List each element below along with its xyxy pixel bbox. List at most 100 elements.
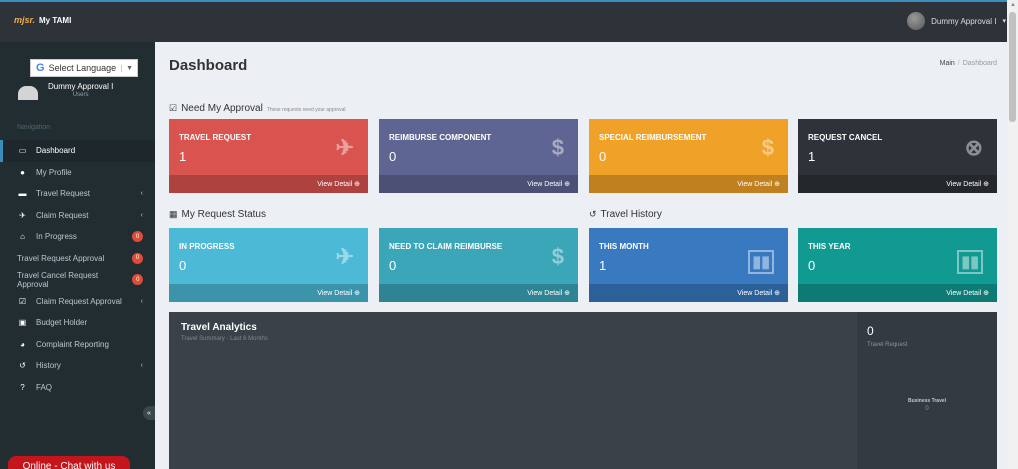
chevron-left-icon: ‹ bbox=[140, 297, 143, 305]
chat-button[interactable]: Online - Chat with us bbox=[8, 456, 130, 469]
breadcrumb: Main / Dashboard bbox=[939, 60, 997, 67]
box-label: NEED TO CLAIM REIMBURSE bbox=[389, 242, 503, 251]
sidebar-item-in-progress[interactable]: ⌂ In Progress 0 bbox=[0, 226, 155, 248]
sidebar-nav: ▭ Dashboard ● My Profile ▬ Travel Reques… bbox=[0, 140, 155, 398]
section-title: Travel History bbox=[600, 209, 662, 220]
sidebar-item-label: FAQ bbox=[36, 382, 53, 392]
sidebar-item-dashboard[interactable]: ▭ Dashboard bbox=[0, 140, 155, 162]
in-progress-box: IN PROGRESS 0 ✈ View Detail ⊕ bbox=[169, 228, 368, 302]
main-content: Dashboard Main / Dashboard ☑ Need My Appro… bbox=[155, 42, 1007, 469]
box-value: 0 bbox=[389, 258, 397, 273]
language-select[interactable]: G Select Language ▼ bbox=[30, 59, 138, 77]
sidebar-item-history[interactable]: ↺ History ‹ bbox=[0, 355, 155, 377]
view-detail-label: View Detail bbox=[737, 289, 773, 297]
app-name: My TAMI bbox=[39, 15, 72, 25]
view-detail-link[interactable]: View Detail ⊕ bbox=[798, 284, 997, 302]
box-value: 0 bbox=[389, 149, 397, 164]
count-badge: 0 bbox=[132, 274, 143, 286]
travel-analytics-panel: Travel Analytics Travel Summary - Last 6… bbox=[169, 312, 997, 469]
sidebar-item-travel-request-approval[interactable]: Travel Request Approval 0 bbox=[0, 248, 155, 270]
view-detail-link[interactable]: View Detail ⊕ bbox=[379, 175, 578, 193]
bar-chart-icon: ▮▮ bbox=[957, 250, 983, 274]
scrollbar-thumb[interactable] bbox=[1009, 12, 1016, 122]
sidebar-item-claim-request[interactable]: ✈ Claim Request ‹ bbox=[0, 205, 155, 227]
box-label: SPECIAL REIMBURSEMENT bbox=[599, 133, 707, 142]
breadcrumb-main[interactable]: Main bbox=[940, 60, 955, 67]
dollar-icon: $ bbox=[761, 135, 774, 160]
sidebar-item-label: Dashboard bbox=[36, 146, 76, 156]
nav-header: Navigation bbox=[17, 124, 51, 131]
view-detail-label: View Detail bbox=[946, 289, 982, 297]
history-icon: ↺ bbox=[19, 361, 26, 371]
view-detail-link[interactable]: View Detail ⊕ bbox=[589, 284, 788, 302]
breadcrumb-current: Dashboard bbox=[962, 60, 997, 67]
section-title: My Request Status bbox=[181, 209, 266, 220]
plane-icon: ✈ bbox=[335, 244, 354, 269]
dollar-icon: $ bbox=[551, 135, 564, 160]
page-scrollbar[interactable]: ▲ bbox=[1007, 0, 1018, 469]
view-detail-label: View Detail bbox=[527, 180, 563, 188]
plane-icon: ✈ bbox=[335, 135, 354, 160]
top-navbar: mjsr. My TAMI Dummy Approval I ▾ bbox=[0, 0, 1018, 42]
calendar-icon: ▦ bbox=[169, 209, 178, 219]
travel-request-label: Travel Request bbox=[867, 342, 908, 348]
view-detail-link[interactable]: View Detail ⊕ bbox=[798, 175, 997, 193]
section-subtitle: These requests need your approval bbox=[266, 107, 346, 113]
comments-icon: ◕ bbox=[20, 339, 25, 349]
analytics-title: Travel Analytics bbox=[181, 322, 257, 333]
language-select-label: Select Language bbox=[48, 63, 117, 73]
sidebar-item-label: Complaint Reporting bbox=[36, 339, 109, 349]
chevron-left-icon: ‹ bbox=[140, 362, 143, 370]
view-detail-link[interactable]: View Detail ⊕ bbox=[589, 175, 788, 193]
sidebar-item-claim-request-approval[interactable]: ☑ Claim Request Approval ‹ bbox=[0, 291, 155, 313]
view-detail-label: View Detail bbox=[527, 289, 563, 297]
avatar bbox=[18, 86, 38, 100]
box-value: 1 bbox=[599, 258, 607, 273]
history-icon: ↺ bbox=[589, 209, 597, 219]
sidebar-item-complaint-reporting[interactable]: ◕ Complaint Reporting bbox=[0, 334, 155, 356]
user-icon: ● bbox=[20, 167, 25, 177]
view-detail-label: View Detail bbox=[737, 180, 773, 188]
sidebar-item-travel-request[interactable]: ▬ Travel Request ‹ bbox=[0, 183, 155, 205]
question-icon: ? bbox=[20, 382, 25, 392]
user-menu[interactable]: Dummy Approval I ▾ bbox=[907, 12, 1006, 30]
box-label: REIMBURSE COMPONENT bbox=[389, 133, 492, 142]
box-label: TRAVEL REQUEST bbox=[179, 133, 252, 142]
chevron-left-icon: ‹ bbox=[140, 211, 143, 219]
box-label: THIS YEAR bbox=[808, 242, 851, 251]
check-square-icon: ☑ bbox=[169, 103, 178, 113]
box-value: 0 bbox=[599, 149, 607, 164]
section-travel-history: ↺ Travel History bbox=[589, 209, 662, 220]
plane-icon: ✈ bbox=[19, 210, 26, 220]
section-need-my-approval: ☑ Need My Approval These requests need y… bbox=[169, 103, 345, 114]
box-label: THIS MONTH bbox=[599, 242, 649, 251]
sidebar-item-budget-holder[interactable]: ▣ Budget Holder bbox=[0, 312, 155, 334]
brand[interactable]: mjsr. My TAMI bbox=[14, 15, 71, 25]
box-value: 0 bbox=[808, 258, 816, 273]
box-value: 1 bbox=[808, 149, 816, 164]
sidebar-item-my-profile[interactable]: ● My Profile bbox=[0, 162, 155, 184]
section-title: Need My Approval bbox=[181, 103, 263, 114]
business-travel-value: 0 bbox=[925, 406, 929, 412]
business-travel-label: Business Travel bbox=[907, 398, 947, 404]
brand-logo: mjsr. bbox=[14, 15, 36, 25]
count-badge: 0 bbox=[132, 231, 143, 243]
travel-request-count: 0 bbox=[867, 324, 874, 338]
chevron-left-icon: ‹ bbox=[140, 190, 143, 198]
view-detail-link[interactable]: View Detail ⊕ bbox=[379, 284, 578, 302]
reimburse-component-box: REIMBURSE COMPONENT 0 $ View Detail ⊕ bbox=[379, 119, 578, 193]
collapse-sidebar-button[interactable]: « bbox=[143, 406, 155, 420]
sidebar-item-travel-cancel-request-approval[interactable]: Travel Cancel Request Approval 0 bbox=[0, 269, 155, 291]
scroll-up-arrow-icon[interactable]: ▲ bbox=[1010, 2, 1016, 8]
view-detail-link[interactable]: View Detail ⊕ bbox=[169, 284, 368, 302]
sidebar-item-label: History bbox=[36, 361, 61, 371]
money-icon: ▣ bbox=[18, 318, 27, 328]
sidebar-item-label: Claim Request bbox=[36, 210, 89, 220]
sidebar: G Select Language ▼ Dummy Approval I Use… bbox=[0, 42, 155, 469]
count-badge: 0 bbox=[132, 252, 143, 264]
view-detail-link[interactable]: View Detail ⊕ bbox=[169, 175, 368, 193]
box-label: REQUEST CANCEL bbox=[808, 133, 883, 142]
box-label: IN PROGRESS bbox=[179, 242, 235, 251]
dropdown-arrow-icon: ▼ bbox=[121, 64, 137, 72]
sidebar-item-faq[interactable]: ? FAQ bbox=[0, 377, 155, 399]
